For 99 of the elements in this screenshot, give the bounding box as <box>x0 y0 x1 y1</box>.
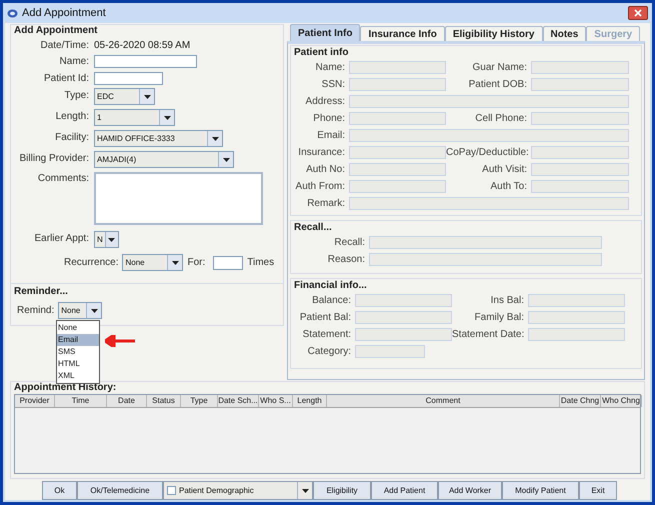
column-header[interactable]: Status <box>147 395 181 407</box>
column-header[interactable]: Time <box>55 395 107 407</box>
dropdown-option[interactable]: SMS <box>57 346 99 358</box>
tab[interactable]: Patient Info <box>290 24 360 41</box>
input-field <box>355 345 425 358</box>
dropdown-option[interactable]: XML <box>57 370 99 382</box>
dropdown-button[interactable] <box>297 482 312 499</box>
field-label: Statement Date: <box>452 328 526 342</box>
button[interactable]: Modify Patient <box>502 481 579 500</box>
date-time-value: 05-26-2020 08:59 AM <box>94 39 190 53</box>
column-header[interactable]: Date Sch... <box>218 395 259 407</box>
caret-icon <box>144 94 150 98</box>
field-label: Length: <box>54 110 90 124</box>
dropdown[interactable]: N <box>94 231 119 248</box>
field-label: Remark: <box>306 197 346 211</box>
input-field[interactable] <box>94 72 163 85</box>
section-title: Patient info <box>293 46 350 59</box>
dropdown-option[interactable]: Email <box>57 334 99 346</box>
field-label: Cell Phone: <box>474 112 528 126</box>
dropdown[interactable]: 1 <box>94 109 175 126</box>
close-icon <box>634 9 642 17</box>
column-header[interactable]: Length <box>293 395 327 407</box>
dropdown-option[interactable]: HTML <box>57 358 99 370</box>
button[interactable]: Exit <box>579 481 617 500</box>
column-header[interactable]: Who S... <box>259 395 293 407</box>
field-label: Family Bal: <box>474 311 525 325</box>
field-label: Billing Provider: <box>18 152 90 166</box>
tab[interactable]: Notes <box>542 26 586 41</box>
field-label: Auth To: <box>489 180 528 194</box>
caret-icon <box>172 260 179 264</box>
dropdown[interactable]: None <box>58 302 102 319</box>
column-header[interactable]: Date Chng <box>560 395 601 407</box>
field-label: Insurance: <box>297 146 346 160</box>
field-label: Category: <box>306 345 352 359</box>
section-title: Financial info... <box>293 279 368 292</box>
section-title: Appointment History: <box>14 382 116 394</box>
close-button[interactable] <box>628 6 648 20</box>
combo-label: Patient Demographic <box>178 485 255 497</box>
field-label: Reason: <box>326 253 366 267</box>
field-label: Email: <box>316 129 346 143</box>
button[interactable]: Add Worker <box>438 481 502 500</box>
field-label: Facility: <box>54 131 90 145</box>
field-label: For: <box>187 256 206 270</box>
field-label: Auth From: <box>294 180 346 194</box>
caret-icon <box>164 116 170 120</box>
field-label: Balance: <box>311 294 352 308</box>
tab[interactable]: Insurance Info <box>360 26 445 41</box>
button[interactable]: Ok/Telemedicine <box>77 481 163 500</box>
section-title: Add Appointment <box>13 25 99 38</box>
field-label: Statement: <box>302 328 352 342</box>
column-header[interactable]: Date <box>107 395 147 407</box>
input-field[interactable] <box>94 55 197 68</box>
field-label: Recall: <box>333 236 366 250</box>
field-label: Comments: <box>36 172 90 186</box>
field-label: Patient Bal: <box>298 311 352 325</box>
app-icon <box>7 8 18 18</box>
field-label: SSN: <box>320 78 346 92</box>
field-label: Date/Time: <box>39 39 90 53</box>
field-label: Name: <box>58 55 90 69</box>
field-label: Phone: <box>312 112 346 126</box>
section-title: Reminder... <box>13 286 69 298</box>
dropdown-option[interactable]: None <box>57 322 99 334</box>
column-header[interactable]: Comment <box>327 395 560 407</box>
field-label: Address: <box>304 95 346 109</box>
dropdown[interactable]: AMJADI(4) <box>94 151 234 168</box>
field-label: Recurrence: <box>64 256 118 270</box>
field-label: Ins Bal: <box>490 294 525 308</box>
field-label: Auth Visit: <box>481 163 528 177</box>
field-label: CoPay/Deductible: <box>446 146 530 160</box>
field-label: Patient Id: <box>42 72 90 86</box>
caret-icon <box>302 488 308 492</box>
arrow-icon <box>105 335 135 347</box>
dropdown[interactable]: EDC <box>94 88 155 105</box>
tab[interactable]: Eligibility History <box>444 26 542 41</box>
caret-icon <box>90 308 98 312</box>
field-label: Name: <box>314 61 346 75</box>
field-label: Patient DOB: <box>468 78 528 92</box>
button[interactable]: Ok <box>42 481 77 500</box>
caret-icon <box>108 238 116 242</box>
dropdown[interactable]: None <box>122 254 184 271</box>
comments-field[interactable] <box>94 172 263 225</box>
section-title: Recall... <box>293 221 333 234</box>
dropdown[interactable]: HAMID OFFICE-3333 <box>94 130 223 147</box>
field-label: Auth No: <box>305 163 346 177</box>
field-label: Remind: <box>17 304 54 318</box>
field-label: Guar Name: <box>472 61 528 75</box>
window-title: Add Appointment <box>22 6 106 21</box>
caret-icon <box>222 158 230 162</box>
checkbox[interactable] <box>167 486 176 495</box>
field-label: Type: <box>64 89 90 103</box>
column-header[interactable]: Who Chng <box>601 395 642 407</box>
button[interactable]: Add Patient <box>371 481 438 500</box>
column-header[interactable]: Provider <box>15 395 55 407</box>
field-label: Earlier Appt: <box>34 232 90 246</box>
field-label: Times <box>247 256 274 270</box>
input-field[interactable] <box>213 256 244 270</box>
column-header[interactable]: Type <box>181 395 218 407</box>
button[interactable]: Eligibility <box>313 481 371 500</box>
caret-icon <box>212 136 218 140</box>
